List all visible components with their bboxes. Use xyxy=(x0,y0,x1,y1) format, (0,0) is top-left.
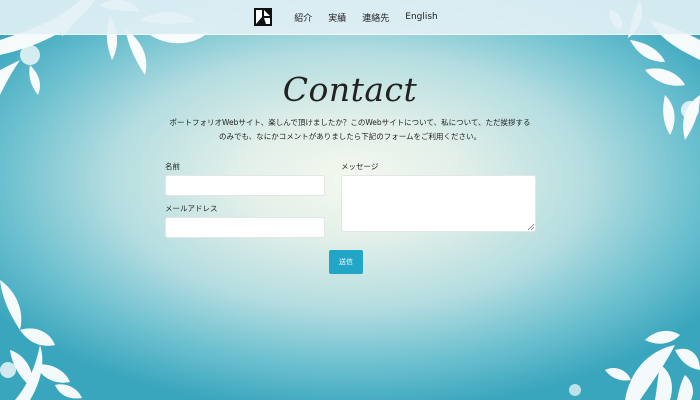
top-navbar: 紹介 実績 連絡先 English xyxy=(0,0,700,35)
email-input[interactable] xyxy=(165,217,325,238)
intro-line-1: ポートフォリオWebサイト、楽しんで頂けましたか？このWebサイトについて、私に… xyxy=(169,118,531,127)
message-label: メッセージ xyxy=(341,162,379,171)
name-label: 名前 xyxy=(165,162,180,171)
monogram-logo-icon[interactable] xyxy=(254,8,273,26)
nav-link-contact[interactable]: 連絡先 xyxy=(362,11,389,24)
submit-button[interactable]: 送信 xyxy=(329,250,363,274)
floral-ornament-bottom-right xyxy=(569,330,700,400)
resize-handle-icon[interactable] xyxy=(528,224,534,230)
message-textarea[interactable] xyxy=(341,175,536,232)
floral-ornament-bottom-left xyxy=(0,280,82,400)
name-input[interactable] xyxy=(165,175,325,196)
page-title: Contact xyxy=(282,70,418,109)
nav-link-english[interactable]: English xyxy=(405,12,438,22)
intro-text: ポートフォリオWebサイト、楽しんで頂けましたか？このWebサイトについて、私に… xyxy=(160,116,540,144)
nav-link-works[interactable]: 実績 xyxy=(328,11,346,24)
nav-link-about[interactable]: 紹介 xyxy=(294,11,312,24)
intro-line-2: のみでも、なにかコメントがありましたら下記のフォームをご利用ください。 xyxy=(218,132,482,141)
email-label: メールアドレス xyxy=(165,204,218,213)
